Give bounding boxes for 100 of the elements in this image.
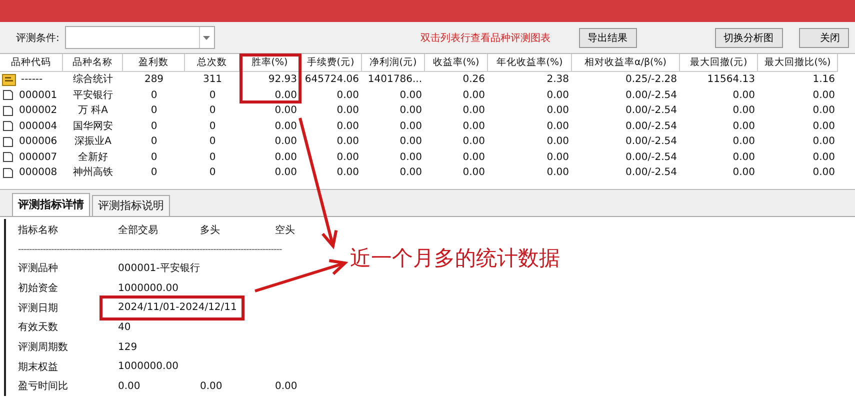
table-cell-text: 0.00	[462, 88, 486, 102]
table-cell-text: 0.00	[398, 104, 423, 118]
metric-value: 129	[118, 342, 138, 353]
metric-value: 1000000.00	[118, 361, 178, 372]
metric-label: 初始资金	[18, 282, 59, 296]
table-cell-text: 0.00	[546, 88, 570, 102]
highlight-box	[240, 54, 302, 104]
table-cell-text: 1401786...	[366, 73, 423, 87]
metric-value: 0.00	[200, 380, 224, 392]
tab[interactable]: 评测指标说明	[92, 194, 170, 216]
table-cell-text: 0	[208, 120, 217, 134]
table-cell-text: 0.00	[336, 135, 360, 149]
table-cell-text: 0.00	[336, 150, 360, 164]
table-cell-text: 0	[208, 150, 217, 164]
metric-label: 有效天数	[18, 321, 59, 334]
table-cell-text: 000006	[18, 135, 58, 149]
annotation-caption: 近一个月多的统计数据	[350, 245, 560, 272]
table-cell-text: 0	[150, 88, 158, 102]
metric-label: 期末权益	[18, 360, 59, 374]
table-cell-text: 000008	[18, 166, 58, 180]
condition-dropdown[interactable]	[65, 26, 215, 49]
table-cell-text: 0.00/-2.54	[624, 88, 678, 102]
table-cell-text: 0.00	[398, 135, 423, 149]
table-cell-text: 0.00	[336, 120, 360, 134]
table-cell-text: 000004	[18, 120, 58, 134]
close-button[interactable]: 关闭	[798, 28, 849, 48]
table-cell-text: ------	[20, 73, 44, 87]
table-cell-text: 0.00	[274, 88, 298, 102]
table-cell-text: 0.00	[462, 135, 486, 149]
table-cell-text: 311	[202, 73, 224, 87]
switch-chart-button[interactable]: 切换分析图	[714, 28, 783, 48]
table-cell-text: 0.00	[336, 104, 360, 118]
table-cell-text: 0	[150, 135, 158, 149]
tab[interactable]: 评测指标详情	[12, 192, 90, 216]
table-cell-text: 0.00	[398, 120, 423, 134]
table-cell-text: 万 科A	[76, 104, 110, 118]
table-cell-text: 0.00	[732, 166, 756, 180]
hint-text: 双击列表行查看品种评测图表	[420, 32, 551, 44]
table-cell-text: 0.00	[732, 104, 756, 118]
metric-label: 评测品种	[18, 262, 59, 276]
column-header[interactable]: 净利润(元)	[362, 54, 425, 71]
table-cell-text: 综合统计	[72, 72, 114, 87]
table-cell-text: 0	[208, 166, 217, 180]
table-cell-text: 0.00	[732, 135, 756, 149]
table-cell-text: 0.00	[732, 150, 756, 164]
table-cell-text: 全新好	[77, 150, 109, 164]
table-cell-text: 0.00	[336, 166, 360, 180]
column-header[interactable]: 相对收益率α/β(%)	[572, 54, 680, 71]
table-cell-text: 0	[208, 135, 217, 149]
table-cell-text: 000007	[18, 150, 58, 164]
table-cell-text: 289	[143, 73, 165, 87]
table-cell-text: 2.38	[546, 73, 570, 87]
table-cell-text: 0.00	[812, 120, 836, 134]
metric-value: 1000000.00	[118, 282, 178, 294]
metric-value: 0.00	[118, 380, 142, 392]
table-cell-text: 0	[208, 104, 217, 118]
metric-value: 40	[118, 322, 131, 333]
table-cell-text: 0	[150, 104, 158, 118]
column-header: 空头	[275, 224, 296, 236]
table-cell-text: 0.25/-2.28	[624, 73, 678, 87]
metric-value: 2024/11/01-2024/12/11	[118, 302, 237, 314]
table-cell-text: 0.00	[274, 120, 298, 134]
table-cell-text: 0	[150, 150, 158, 164]
export-button[interactable]: 导出结果	[578, 28, 637, 48]
table-cell-text: 0.00	[398, 166, 423, 180]
column-header[interactable]: 最大回撤(元)	[680, 54, 758, 71]
column-header[interactable]: 品种代码	[0, 54, 63, 71]
table-cell-text: 0.00/-2.54	[624, 135, 678, 149]
table-cell-text: 0.00	[462, 166, 486, 180]
column-header[interactable]: 收益率(%)	[425, 54, 488, 71]
column-header: 多头	[200, 224, 221, 236]
table-cell-text: 645724.06	[304, 73, 360, 87]
table-cell-text: 0	[150, 120, 158, 134]
table-cell-text: 0.00	[462, 104, 486, 118]
table-cell-text: 0.00	[732, 88, 756, 102]
table-cell-text: 0.00	[546, 150, 570, 164]
column-header[interactable]: 总次数	[185, 54, 240, 71]
table-cell-text: 000001	[18, 88, 58, 102]
column-header[interactable]: 年化收益率(%)	[488, 54, 572, 71]
table-cell-text: 0.00	[546, 120, 570, 134]
table-cell-text: 0.00	[398, 150, 423, 164]
metric-label: 评测周期数	[18, 340, 69, 354]
column-header[interactable]: 盈利数	[123, 54, 185, 71]
table-cell-text: 0.00/-2.54	[624, 104, 678, 118]
table-cell-text: 0.00/-2.54	[624, 150, 678, 164]
column-header[interactable]: 品种名称	[63, 54, 123, 71]
column-header[interactable]: 手续费(元)	[300, 54, 362, 71]
table-cell-text: 深振业A	[74, 134, 112, 149]
metric-label: 评测日期	[18, 302, 59, 315]
table-cell-text: 0.00	[336, 88, 360, 102]
table-cell-text: 0.00/-2.54	[624, 166, 678, 180]
column-header[interactable]: 最大回撤比(%)	[758, 54, 838, 71]
separator-line: ------------------------------------------------------------------------------------------------	[18, 244, 283, 256]
table-cell-text: 0.00	[812, 135, 836, 149]
column-header: 指标名称	[18, 224, 59, 236]
table-cell-text: 0	[150, 166, 158, 180]
table-cell-text: 0	[208, 88, 217, 102]
table-cell-text: 0.00	[812, 166, 836, 180]
table-cell-text: 0.26	[462, 73, 486, 87]
column-header[interactable]: 胜率(%)	[240, 54, 300, 71]
